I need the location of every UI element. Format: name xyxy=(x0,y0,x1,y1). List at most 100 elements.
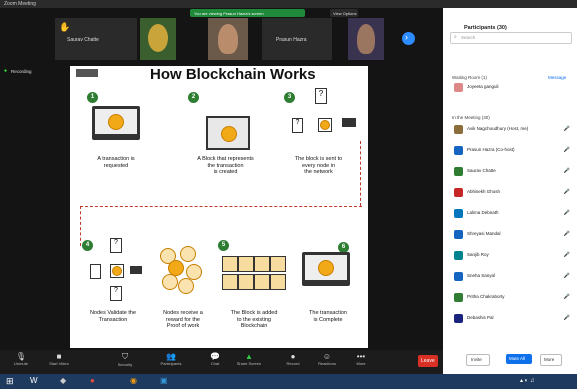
laptop-icon xyxy=(342,118,356,127)
video-tile[interactable] xyxy=(140,18,176,60)
reactions-button[interactable]: ☺ Reactions xyxy=(312,352,342,366)
block-icon xyxy=(318,118,332,132)
step-caption: Nodes receive a reward for the Proof of … xyxy=(163,310,203,329)
avatar xyxy=(454,251,463,260)
chat-icon: 💬 xyxy=(210,352,220,361)
people-icon: 👥 xyxy=(166,352,176,361)
participant-row[interactable]: Lalima Debnath 🎤 xyxy=(448,208,574,220)
participant-row[interactable]: Shreyasi Mandal 🎤 xyxy=(448,229,574,241)
avatar xyxy=(454,83,463,92)
invite-button[interactable]: Invite xyxy=(466,354,490,366)
shield-icon: ⛉ xyxy=(122,352,128,361)
in-meeting-header[interactable]: In the Meeting (30) xyxy=(452,106,542,120)
participant-row[interactable]: Saurav Chatte 🎤 xyxy=(448,166,574,178)
mute-all-button[interactable]: Mute All xyxy=(506,354,532,364)
flow-connector xyxy=(80,206,81,246)
slide-controls[interactable] xyxy=(76,69,98,77)
panel-header: Participants (30) xyxy=(464,25,507,31)
camera-icon: ■ xyxy=(56,352,62,361)
mic-muted-icon: 🎤 xyxy=(563,210,570,216)
mic-muted-icon: 🎤 xyxy=(563,126,570,132)
flow-connector xyxy=(360,141,361,206)
viewing-banner[interactable]: You are viewing Prasun Hazra's screen xyxy=(190,9,305,17)
step-number: 4 xyxy=(82,240,93,251)
record-icon: ● xyxy=(290,352,296,361)
person-avatar xyxy=(357,24,375,54)
app-icon[interactable]: W xyxy=(30,376,38,385)
question-icon: ? xyxy=(315,88,327,104)
app-icon[interactable]: ● xyxy=(90,376,95,385)
step-caption: A Block that represents the transaction … xyxy=(197,156,254,175)
tray-icons[interactable]: ▴ ◐ ♫ xyxy=(520,377,534,384)
search-icon: ⌕ xyxy=(454,34,457,40)
laptop-icon xyxy=(130,266,142,274)
participant-name: Saurav Chatte xyxy=(67,37,99,43)
avatar xyxy=(454,188,463,197)
leave-button[interactable]: Leave xyxy=(418,355,438,367)
os-taskbar: ⊞ W ◆ ● ◉ ▣ ▴ ◐ ♫ xyxy=(0,374,577,389)
share-icon: ▲ xyxy=(245,352,253,361)
laptop-icon xyxy=(92,106,140,140)
security-button[interactable]: ⛉ Security xyxy=(110,352,140,367)
start-video-button[interactable]: ■ Start Video xyxy=(44,352,74,366)
participant-search-input[interactable]: ⌕ Search xyxy=(450,32,572,44)
app-icon[interactable]: ◆ xyxy=(60,376,66,385)
participant-row[interactable]: Avik Nagchoudhury (Host, me) 🎤 xyxy=(448,124,574,136)
step-caption: The Block is added to the existing Block… xyxy=(230,310,278,329)
avatar xyxy=(454,293,463,302)
waiting-participant-row[interactable]: Joyeeta ganguli xyxy=(448,82,574,94)
app-icon[interactable]: ▣ xyxy=(160,376,168,385)
more-icon: ••• xyxy=(356,352,366,361)
participant-row[interactable]: Sneha Sanyal 🎤 xyxy=(448,271,574,283)
avatar xyxy=(454,125,463,134)
participant-row[interactable]: Prasun Hazra (Co-host) 🎤 xyxy=(448,145,574,157)
participant-row[interactable]: Sanjib Roy 🎤 xyxy=(448,250,574,262)
question-icon: ? xyxy=(292,118,303,133)
person-avatar xyxy=(218,24,238,54)
block-icon xyxy=(110,264,124,278)
logo-icon xyxy=(148,24,168,52)
record-icon: ● xyxy=(4,68,8,74)
laptop-icon xyxy=(302,252,350,286)
chat-button[interactable]: 💬 Chat xyxy=(200,352,230,366)
share-screen-button[interactable]: ▲ Share Screen xyxy=(234,352,264,366)
mic-muted-icon: 🎤 xyxy=(563,231,570,237)
participant-row[interactable]: Pritha Chakraborty 🎤 xyxy=(448,292,574,304)
message-waiting-button[interactable]: Message xyxy=(548,66,574,80)
mic-muted-icon: 🎤 xyxy=(563,273,570,279)
participants-button[interactable]: 👥 Participants xyxy=(156,352,186,366)
question-icon: ? xyxy=(110,238,122,253)
mic-muted-icon: 🎤 xyxy=(563,168,570,174)
video-tile[interactable]: ✋ Saurav Chatte xyxy=(55,18,137,60)
step-caption: Nodes Validate the Transaction xyxy=(89,310,137,323)
avatar xyxy=(454,209,463,218)
start-menu-icon[interactable]: ⊞ xyxy=(6,376,14,387)
view-options-button[interactable]: View Options xyxy=(330,9,358,17)
next-page-button[interactable]: › xyxy=(402,32,415,45)
record-button[interactable]: ● Record xyxy=(278,352,308,366)
flow-connector xyxy=(80,206,362,207)
participant-row[interactable]: Debashis Pal 🎤 xyxy=(448,313,574,325)
video-tile[interactable] xyxy=(208,18,248,60)
unmute-button[interactable]: 🎙 Unmute xyxy=(6,352,36,366)
avatar xyxy=(454,272,463,281)
step-number: 2 xyxy=(188,92,199,103)
mic-muted-icon: 🎤 xyxy=(563,189,570,195)
block-icon xyxy=(206,116,250,150)
video-tile[interactable]: Prasun Hazra xyxy=(262,18,332,60)
video-tile[interactable] xyxy=(348,18,384,60)
participant-row[interactable]: Abhisekh Ghosh 🎤 xyxy=(448,187,574,199)
step-caption: The transaction is Complete xyxy=(309,310,347,323)
mic-muted-icon: 🎤 xyxy=(563,315,570,321)
step-caption: A transaction is requested xyxy=(97,156,135,169)
step-number: 3 xyxy=(284,92,295,103)
avatar xyxy=(454,230,463,239)
question-icon: ? xyxy=(110,286,122,301)
window-titlebar: Zoom Meeting xyxy=(0,0,577,8)
waiting-room-header[interactable]: Waiting Room (1) xyxy=(452,66,522,80)
panel-more-button[interactable]: More xyxy=(540,354,562,366)
mic-muted-icon: 🎤 xyxy=(563,147,570,153)
recording-indicator: ● Recording xyxy=(4,68,32,74)
app-icon[interactable]: ◉ xyxy=(130,376,137,385)
more-button[interactable]: ••• More xyxy=(346,352,376,366)
